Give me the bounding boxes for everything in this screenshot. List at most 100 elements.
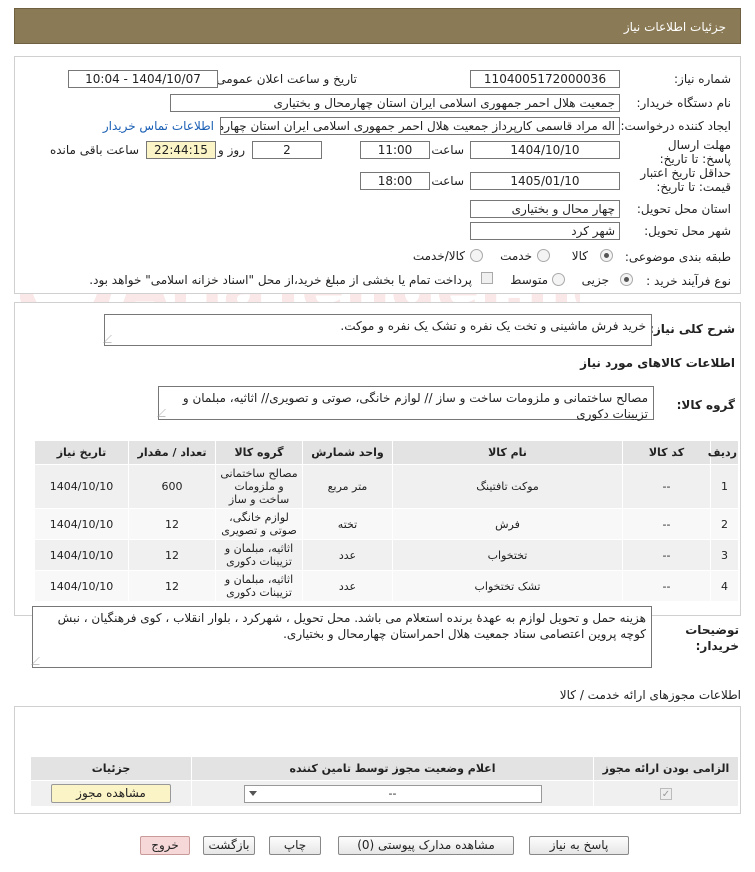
description-label: شرح کلی نیاز: xyxy=(649,322,735,336)
cell-code: -- xyxy=(622,508,711,540)
col-header-required: الزامی بودن ارائه مجوز xyxy=(593,756,739,781)
days-and-label: روز و xyxy=(218,143,245,157)
cell-qty: 12 xyxy=(128,570,216,602)
goods-group-label: گروه کالا: xyxy=(676,398,735,412)
process-label: نوع فرآیند خرید : xyxy=(646,274,731,288)
permit-status-select[interactable]: -- xyxy=(243,784,542,803)
treasury-payment-note: پرداخت تمام یا بخشی از مبلغ خرید،از محل … xyxy=(89,273,472,287)
buyer-contact-link[interactable]: اطلاعات تماس خریدار xyxy=(103,119,214,133)
category-option-goods-service: کالا/خدمت xyxy=(412,249,465,263)
cell-qty: 12 xyxy=(128,539,216,571)
requester-label: ایجاد کننده درخواست: xyxy=(620,119,731,133)
category-option-service: خدمت xyxy=(500,249,532,263)
attachments-button[interactable]: مشاهده مدارک پیوستی (0) xyxy=(338,836,514,855)
table-row: 2 -- فرش تخته لوازم خانگی، صوتی و تصویری… xyxy=(34,508,739,540)
permit-status-value: -- xyxy=(388,786,397,800)
requester-field: اله مراد قاسمی کارپرداز جمعیت هلال احمر … xyxy=(220,117,620,135)
cell-row: 2 xyxy=(710,508,739,540)
buyer-notes-text: هزینه حمل و تحویل لوازم به عهدۀ برنده اس… xyxy=(57,611,646,641)
need-number-label: شماره نیاز: xyxy=(674,72,731,86)
col-header-name: نام کالا xyxy=(392,440,623,465)
days-field: 2 xyxy=(252,141,322,159)
back-button[interactable]: بازگشت xyxy=(203,836,255,855)
announce-label: تاریخ و ساعت اعلان عمومی: xyxy=(212,72,357,86)
cell-name: تختخواب xyxy=(392,539,623,571)
col-header-qty: تعداد / مقدار xyxy=(128,440,216,465)
process-radio-minor[interactable] xyxy=(620,273,633,286)
announce-field: 1404/10/07 - 10:04 xyxy=(68,70,218,88)
validity-date-field: 1405/01/10 xyxy=(470,172,620,190)
description-textarea: خرید فرش ماشینی و تخت یک نفره و تشک یک ن… xyxy=(103,314,652,346)
process-option-medium: متوسط xyxy=(510,273,548,287)
permits-title: اطلاعات مجوزهای ارائه خدمت / کالا xyxy=(559,688,741,702)
details-cell: مشاهده مجوز xyxy=(30,780,192,807)
province-field: چهار محال و بختیاری xyxy=(470,200,620,218)
process-radio-medium[interactable] xyxy=(552,273,565,286)
table-row: ✓ -- مشاهده مجوز xyxy=(30,780,739,807)
cell-row: 3 xyxy=(710,539,739,571)
table-row: 1 -- موکت تافتینگ متر مربع مصالح ساختمان… xyxy=(34,464,739,509)
buyer-notes-label: توضیحات خریدار: xyxy=(685,623,739,653)
print-button[interactable]: چاپ xyxy=(269,836,321,855)
category-label: طبقه بندی موضوعی: xyxy=(624,250,731,264)
permits-table-header: الزامی بودن ارائه مجوز اعلام وضعیت مجوز … xyxy=(30,756,739,781)
buyer-notes-textarea: هزینه حمل و تحویل لوازم به عهدۀ برنده اس… xyxy=(31,606,652,668)
cell-group: اثاثیه، مبلمان و تزیینات دکوری xyxy=(215,570,303,602)
status-cell: -- xyxy=(191,780,594,807)
page-title: جزئیات اطلاعات نیاز xyxy=(623,20,726,34)
view-permit-button[interactable]: مشاهده مجوز xyxy=(51,784,171,803)
col-header-unit: واحد شمارش xyxy=(302,440,393,465)
col-header-row: ردیف xyxy=(708,440,739,465)
resize-grip-icon[interactable] xyxy=(103,335,119,343)
city-label: شهر محل تحویل: xyxy=(644,224,731,238)
reply-date-field: 1404/10/10 xyxy=(470,141,620,159)
col-header-group: گروه کالا xyxy=(215,440,303,465)
cell-date: 1404/10/10 xyxy=(34,570,129,602)
process-option-minor: جزیی xyxy=(581,273,609,287)
col-header-code: کد کالا xyxy=(622,440,711,465)
goods-table-header: ردیف کد کالا نام کالا واحد شمارش گروه کا… xyxy=(34,440,739,465)
goods-group-textarea: مصالح ساختمانی و ملزومات ساخت و ساز // ل… xyxy=(157,386,654,421)
reply-button[interactable]: پاسخ به نیاز xyxy=(529,836,629,855)
buyer-org-field: جمعیت هلال احمر جمهوری اسلامی ایران استا… xyxy=(170,94,620,112)
description-text: خرید فرش ماشینی و تخت یک نفره و تشک یک ن… xyxy=(340,319,646,333)
exit-button[interactable]: خروج xyxy=(140,836,190,855)
goods-group-text: مصالح ساختمانی و ملزومات ساخت و ساز // ل… xyxy=(182,391,648,421)
cell-date: 1404/10/10 xyxy=(34,508,129,540)
cell-qty: 12 xyxy=(128,508,216,540)
col-header-status: اعلام وضعیت مجوز توسط تامین کننده xyxy=(191,756,594,781)
col-header-details: جزئیات xyxy=(30,756,192,781)
resize-grip-icon[interactable] xyxy=(31,657,47,665)
cell-row: 4 xyxy=(710,570,739,602)
col-header-date: تاریخ نیاز xyxy=(34,440,129,465)
category-option-goods: کالا xyxy=(571,249,588,263)
cell-name: موکت تافتینگ xyxy=(392,464,623,509)
treasury-checkbox[interactable] xyxy=(481,272,493,284)
cell-group: لوازم خانگی، صوتی و تصویری xyxy=(215,508,303,540)
required-checkbox-checked-icon: ✓ xyxy=(660,788,672,800)
remaining-label: ساعت باقی مانده xyxy=(49,143,139,157)
reply-time-field: 11:00 xyxy=(360,141,430,159)
validity-time-label: ساعت xyxy=(431,174,464,188)
permits-table: الزامی بودن ارائه مجوز اعلام وضعیت مجوز … xyxy=(30,756,739,807)
buyer-org-label: نام دستگاه خریدار: xyxy=(636,96,732,110)
cell-unit: تخته xyxy=(302,508,393,540)
validity-time-field: 18:00 xyxy=(360,172,430,190)
category-radio-goods[interactable] xyxy=(600,249,613,262)
resize-grip-icon[interactable] xyxy=(157,409,173,417)
price-validity-label: حداقل تاریخ اعتبار قیمت: تا تاریخ: xyxy=(640,166,731,194)
province-label: استان محل تحویل: xyxy=(636,202,731,216)
cell-code: -- xyxy=(622,464,711,509)
cell-code: -- xyxy=(622,539,711,571)
category-radio-service[interactable] xyxy=(537,249,550,262)
cell-date: 1404/10/10 xyxy=(34,464,129,509)
cell-unit: عدد xyxy=(302,570,393,602)
category-radio-goods-service[interactable] xyxy=(470,249,483,262)
cell-row: 1 xyxy=(710,464,739,509)
cell-group: اثاثیه، مبلمان و تزیینات دکوری xyxy=(215,539,303,571)
cell-qty: 600 xyxy=(128,464,216,509)
goods-info-title: اطلاعات کالاهای مورد نیاز xyxy=(580,356,735,370)
reply-time-label: ساعت xyxy=(431,143,464,157)
page-header: جزئیات اطلاعات نیاز xyxy=(14,8,741,44)
cell-group: مصالح ساختمانی و ملزومات ساخت و ساز xyxy=(215,464,303,509)
